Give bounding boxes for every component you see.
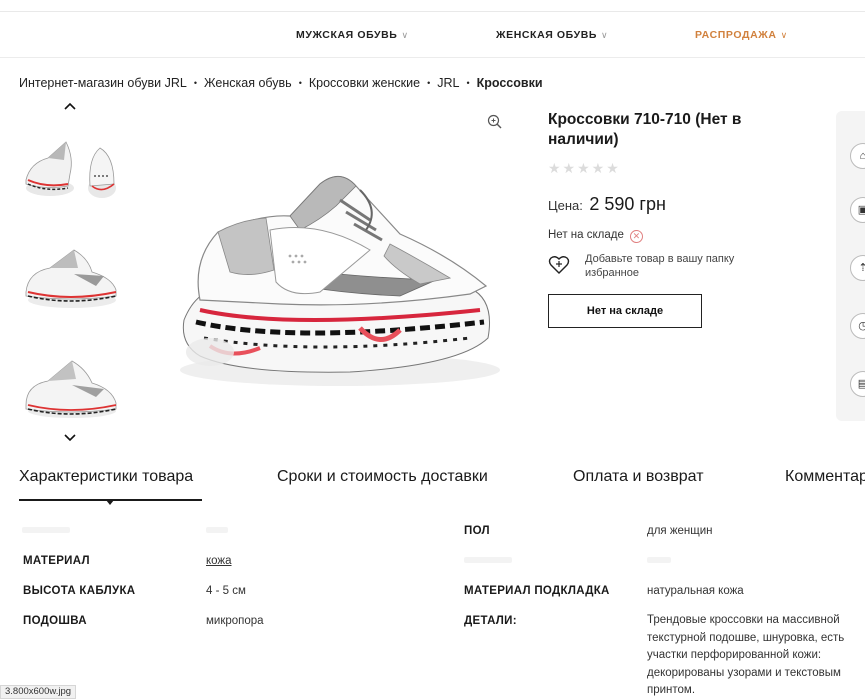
breadcrumb-current: Кроссовки [476, 76, 543, 90]
breadcrumb-item-jrl[interactable]: JRL [437, 76, 459, 90]
spec-material-label: МАТЕРИАЛ [23, 555, 90, 567]
tab-payment-return[interactable]: Оплата и возврат [573, 468, 704, 486]
nav-sale-label: РАСПРОДАЖА [695, 29, 777, 41]
spec-sole-label: ПОДОШВА [23, 615, 87, 627]
product-price: Цена: 2 590 грн [548, 194, 666, 215]
stock-text: Нет на складе [548, 229, 624, 241]
spec-sole-value: микропора [206, 615, 264, 627]
add-to-favorites[interactable]: Добавьте товар в вашу папку избранное [548, 252, 788, 282]
spec-heel-height-label: ВЫСОТА КАБЛУКА [23, 585, 136, 597]
breadcrumb-item-shop[interactable]: Интернет-магазин обуви JRL [19, 76, 187, 90]
product-tabs: Характеристики товара Сроки и стоимость … [0, 462, 865, 502]
caret-down-icon [106, 500, 114, 505]
stock-status: Нет на складе ✕ [548, 229, 643, 243]
download-file-chip[interactable]: 3.800x600w.jpg [0, 685, 77, 699]
breadcrumb-separator: • [193, 78, 198, 88]
spec-details-value: Трендовые кроссовки на массивной текстур… [647, 614, 845, 696]
out-of-stock-button[interactable]: Нет на складе [548, 294, 702, 328]
thumbnail-3[interactable] [20, 345, 120, 425]
top-bar [0, 0, 865, 12]
blurred-row [206, 527, 228, 533]
breadcrumb-item-women[interactable]: Женская обувь [204, 76, 292, 90]
breadcrumb: Интернет-магазин обуви JRL • Женская обувь… [19, 76, 543, 90]
breadcrumb-separator: • [466, 78, 470, 88]
price-label: Цена: [548, 198, 583, 213]
clock-icon[interactable]: ◷ [850, 313, 865, 339]
thumbnail-2[interactable] [20, 238, 120, 318]
chevron-down-icon: ∨ [601, 30, 609, 40]
delivery-icon[interactable]: ⇡ [850, 255, 865, 281]
favorites-text: Добавьте товар в вашу папку избранное [585, 253, 735, 279]
store-icon[interactable]: ⌂ [850, 143, 865, 169]
bag-icon[interactable]: ▤ [850, 371, 865, 397]
chevron-down-icon: ∨ [401, 30, 409, 40]
calendar-icon[interactable]: ▣ [850, 197, 865, 223]
chevron-up-icon[interactable] [62, 100, 78, 114]
breadcrumb-separator: • [298, 78, 302, 88]
spec-lining-value: натуральная кожа [647, 585, 744, 597]
spec-lining-label: МАТЕРИАЛ ПОДКЛАДКА [464, 585, 610, 597]
close-circle-icon: ✕ [629, 230, 643, 243]
nav-men-shoes[interactable]: МУЖСКАЯ ОБУВЬ ∨ [296, 29, 409, 41]
chevron-down-icon[interactable] [62, 432, 78, 446]
side-action-panel: ⌂ ▣ ⇡ ◷ ▤ [836, 111, 865, 421]
heart-plus-icon [548, 255, 570, 275]
blurred-row [464, 557, 512, 563]
nav-women-label: ЖЕНСКАЯ ОБУВЬ [496, 29, 598, 41]
tab-comments[interactable]: Комментар [785, 468, 865, 486]
nav-sale[interactable]: РАСПРОДАЖА ∨ [695, 29, 788, 41]
tab-delivery[interactable]: Сроки и стоимость доставки [277, 468, 488, 486]
rating-stars[interactable]: ★★★★★ [548, 160, 621, 177]
main-nav: МУЖСКАЯ ОБУВЬ ∨ ЖЕНСКАЯ ОБУВЬ ∨ РАСПРОДАЖА… [0, 12, 865, 58]
product-main-image [170, 160, 500, 405]
price-value: 2 590 грн [589, 194, 666, 214]
blurred-row [22, 527, 70, 533]
chevron-down-icon: ∨ [780, 30, 788, 40]
blurred-row [647, 557, 671, 563]
spec-heel-height-value: 4 - 5 см [206, 585, 246, 597]
zoom-in-icon[interactable] [486, 113, 504, 131]
nav-women-shoes[interactable]: ЖЕНСКАЯ ОБУВЬ ∨ [496, 29, 608, 41]
spec-details-label: ДЕТАЛИ: [464, 615, 517, 627]
nav-men-label: МУЖСКАЯ ОБУВЬ [296, 29, 398, 41]
tab-characteristics[interactable]: Характеристики товара [19, 468, 193, 486]
breadcrumb-item-sneakers-women[interactable]: Кроссовки женские [309, 76, 420, 90]
breadcrumb-separator: • [427, 78, 431, 88]
spec-gender-value: для женщин [647, 525, 713, 537]
thumbnail-1[interactable] [20, 128, 120, 208]
spec-material-value[interactable]: кожа [206, 555, 232, 567]
product-title: Кроссовки 710-710 (Нет в наличии) [548, 111, 742, 148]
spec-gender-label: ПОЛ [464, 525, 490, 537]
